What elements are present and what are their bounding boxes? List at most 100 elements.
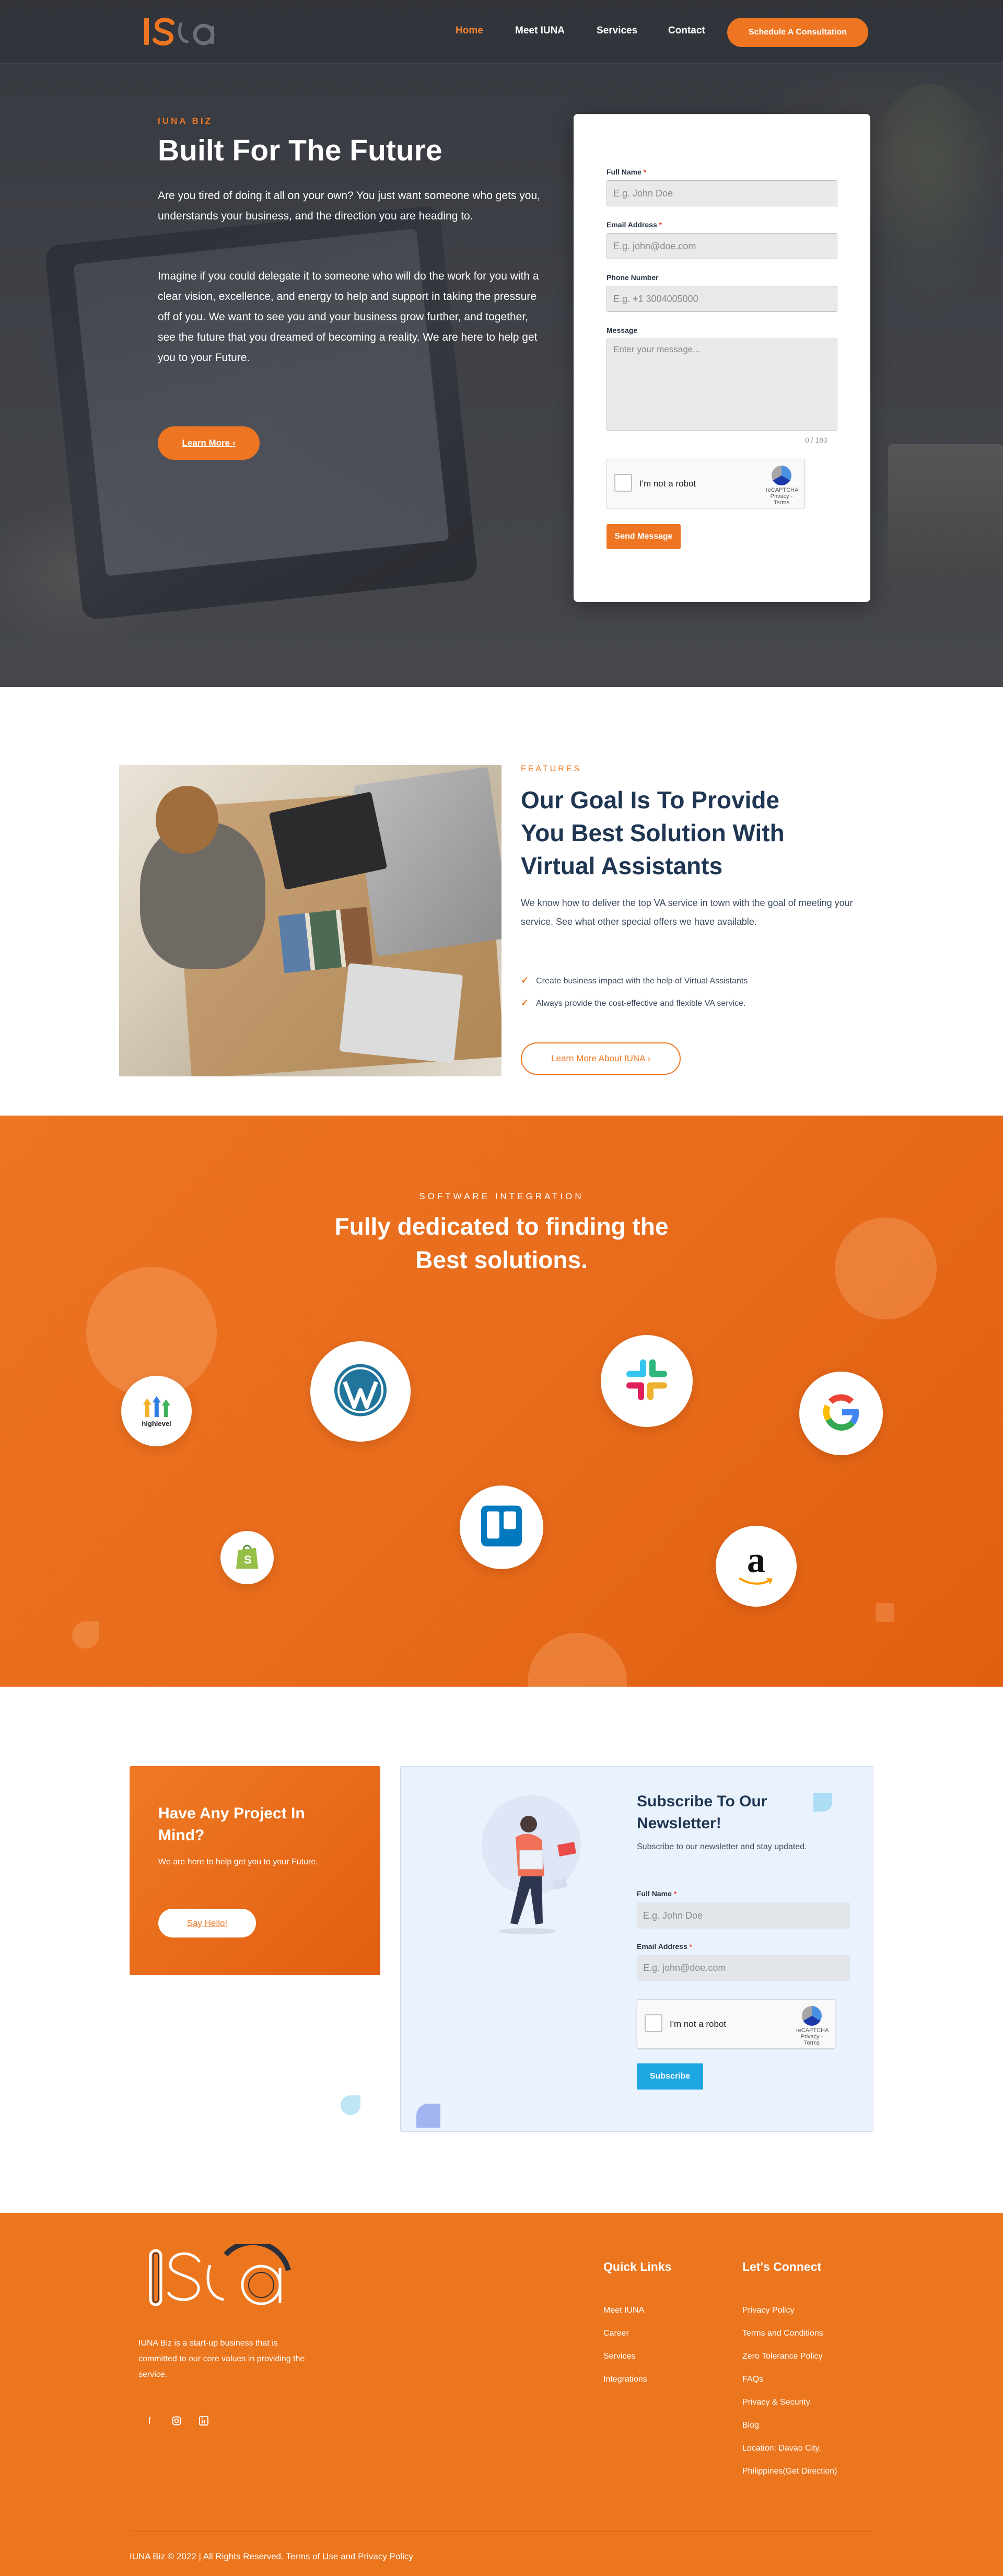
phone-label: Phone Number bbox=[607, 273, 659, 282]
send-message-button[interactable]: Send Message bbox=[607, 524, 681, 549]
recaptcha-brand: reCAPTCHA Privacy - Terms bbox=[766, 466, 799, 506]
decor-blob bbox=[876, 1603, 894, 1622]
project-subtitle: We are here to help get you to your Futu… bbox=[158, 1858, 318, 1866]
footer-link-privacy-security[interactable]: Privacy & Security bbox=[742, 2398, 810, 2407]
newsletter-recaptcha-widget: I'm not a robot reCAPTCHA Privacy - Term… bbox=[637, 1999, 835, 2049]
subscribe-button[interactable]: Subscribe bbox=[637, 2063, 703, 2090]
navbar: Home Meet IUNA Services Contact Schedule… bbox=[0, 0, 1003, 64]
feature-item: ✓ Create business impact with the help of… bbox=[521, 975, 748, 985]
svg-text:S: S bbox=[244, 1553, 252, 1567]
recaptcha-brand: reCAPTCHA Privacy - Terms bbox=[796, 2006, 829, 2046]
phone-input[interactable]: E.g. +1 3004005000 bbox=[607, 286, 837, 312]
instagram-icon[interactable] bbox=[167, 2411, 186, 2430]
footer-description: IUNA Biz is a start-up business that is … bbox=[138, 2339, 305, 2379]
slack-icon bbox=[626, 1359, 667, 1400]
message-textarea[interactable]: Enter your message... bbox=[607, 339, 837, 431]
recaptcha-icon bbox=[802, 2006, 822, 2026]
footer-link-integrations[interactable]: Integrations bbox=[603, 2375, 647, 2384]
photo-prints bbox=[278, 907, 373, 973]
features-photo bbox=[119, 765, 501, 1076]
footer-link-career[interactable]: Career bbox=[603, 2329, 629, 2338]
wordpress-icon bbox=[334, 1364, 387, 1417]
schedule-consultation-button[interactable]: Schedule A Consultation bbox=[727, 18, 868, 47]
shopify-logo: S bbox=[220, 1531, 274, 1584]
email-input[interactable]: E.g. john@doe.com bbox=[607, 233, 837, 259]
hero-title: Built For The Future bbox=[158, 134, 442, 167]
footer-logo[interactable] bbox=[147, 2240, 297, 2315]
hero-paragraph-2: Imagine if you could delegate it to some… bbox=[158, 270, 539, 364]
email-label: Email Address * bbox=[607, 221, 662, 229]
message-char-count: 0 / 180 bbox=[805, 436, 827, 444]
recaptcha-links[interactable]: Privacy - Terms bbox=[766, 493, 797, 506]
wordpress-logo bbox=[310, 1341, 411, 1442]
footer-link-get-direction[interactable]: Philippines(Get Direction) bbox=[742, 2467, 837, 2476]
footer-location: Location: Davao City, bbox=[742, 2444, 821, 2453]
features-title: Our Goal Is To Provide You Best Solution… bbox=[521, 786, 785, 879]
footer-link-faqs[interactable]: FAQs bbox=[742, 2375, 763, 2384]
hero-paragraph-1: Are you tired of doing it all on your ow… bbox=[158, 190, 540, 222]
hero-eyebrow: IUNA BIZ bbox=[158, 116, 213, 126]
footer-link-privacy-policy[interactable]: Privacy Policy bbox=[742, 2306, 795, 2315]
message-label: Message bbox=[607, 326, 638, 334]
recaptcha-checkbox[interactable] bbox=[614, 474, 632, 492]
quick-links-heading: Quick Links bbox=[603, 2260, 672, 2273]
nav-link-services[interactable]: Services bbox=[597, 25, 637, 37]
footer-logo-icon bbox=[149, 2240, 291, 2306]
software-title: Fully dedicated to finding the Best solu… bbox=[334, 1213, 669, 1273]
decor-shape bbox=[416, 2104, 440, 2128]
highlevel-logo: highlevel bbox=[121, 1376, 192, 1446]
say-hello-button[interactable]: Say Hello! bbox=[158, 1909, 256, 1937]
nav-link-meet-iuna[interactable]: Meet IUNA bbox=[515, 25, 565, 37]
newsletter-name-label: Full Name * bbox=[637, 1889, 677, 1898]
photo-laptop-2 bbox=[339, 962, 463, 1064]
google-icon bbox=[823, 1394, 859, 1431]
newsletter-email-label: Email Address * bbox=[637, 1942, 693, 1951]
amazon-smile-icon bbox=[739, 1577, 773, 1585]
newsletter-name-input[interactable]: E.g. John Doe bbox=[637, 1902, 850, 1929]
newsletter-illustration bbox=[482, 1795, 581, 1934]
footer: IUNA Biz is a start-up business that is … bbox=[0, 2213, 1003, 2576]
full-name-input[interactable]: E.g. John Doe bbox=[607, 180, 837, 206]
site-logo[interactable] bbox=[142, 15, 223, 49]
nav-link-home[interactable]: Home bbox=[456, 25, 483, 37]
lets-connect-heading: Let's Connect bbox=[742, 2260, 822, 2273]
footer-link-services[interactable]: Services bbox=[603, 2352, 635, 2361]
footer-link-terms[interactable]: Terms and Conditions bbox=[742, 2329, 823, 2338]
recaptcha-links[interactable]: Privacy - Terms bbox=[796, 2034, 827, 2046]
decor-shape bbox=[813, 1793, 832, 1812]
footer-link-blog[interactable]: Blog bbox=[742, 2421, 759, 2430]
shopify-icon: S bbox=[236, 1545, 258, 1569]
hero-learn-more-button[interactable]: Learn More › bbox=[158, 426, 260, 460]
check-icon: ✓ bbox=[521, 997, 529, 1008]
software-eyebrow: SOFTWARE INTEGRATION bbox=[419, 1191, 584, 1201]
project-card: Have Any Project In Mind? We are here to… bbox=[130, 1766, 380, 1975]
hero-section: Home Meet IUNA Services Contact Schedule… bbox=[0, 0, 1003, 687]
linkedin-icon[interactable] bbox=[194, 2411, 213, 2430]
nav-link-contact[interactable]: Contact bbox=[668, 25, 705, 37]
photo-person-head bbox=[156, 786, 218, 854]
recaptcha-icon bbox=[772, 466, 791, 485]
footer-link-zero-tolerance[interactable]: Zero Tolerance Policy bbox=[742, 2352, 823, 2361]
recaptcha-widget: I'm not a robot reCAPTCHA Privacy - Term… bbox=[607, 459, 805, 508]
project-title: Have Any Project In Mind? bbox=[158, 1805, 305, 1844]
decor-blob bbox=[72, 1621, 99, 1649]
logo-icon bbox=[144, 17, 215, 45]
footer-link-meet-iuna[interactable]: Meet IUNA bbox=[603, 2306, 644, 2315]
trello-logo bbox=[460, 1486, 543, 1569]
recaptcha-checkbox[interactable] bbox=[645, 2014, 662, 2032]
slack-logo bbox=[601, 1335, 693, 1427]
google-logo bbox=[799, 1372, 883, 1455]
full-name-label: Full Name * bbox=[607, 168, 647, 176]
decor-blob bbox=[528, 1633, 627, 1687]
recaptcha-brand-name: reCAPTCHA bbox=[796, 2027, 829, 2034]
trello-icon bbox=[481, 1505, 522, 1547]
features-eyebrow: FEATURES bbox=[521, 764, 582, 773]
learn-more-about-iuna-button[interactable]: Learn More About IUNA › bbox=[521, 1042, 681, 1075]
recaptcha-brand-name: reCAPTCHA bbox=[766, 487, 799, 493]
newsletter-email-input[interactable]: E.g. john@doe.com bbox=[637, 1955, 850, 1981]
highlevel-icon bbox=[143, 1396, 170, 1417]
software-integration-section: SOFTWARE INTEGRATION Fully dedicated to … bbox=[0, 1116, 1003, 1687]
check-icon: ✓ bbox=[521, 975, 529, 985]
facebook-icon[interactable]: f bbox=[140, 2411, 159, 2430]
newsletter-subtitle: Subscribe to our newsletter and stay upd… bbox=[637, 1842, 807, 1851]
